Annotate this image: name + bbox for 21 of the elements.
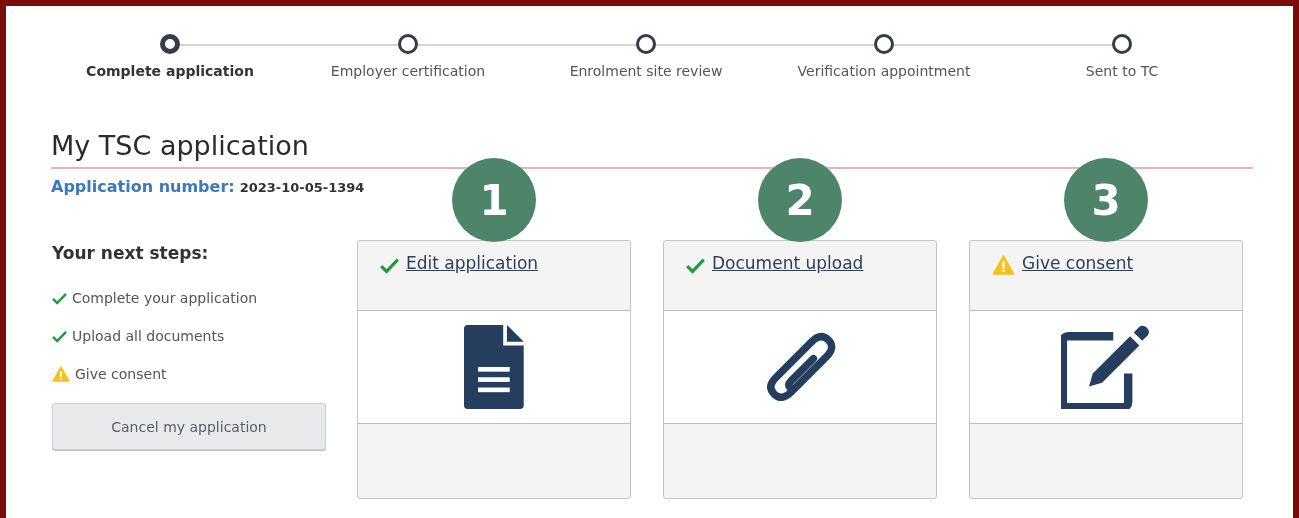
document-icon (464, 325, 524, 409)
next-steps-heading: Your next steps: (52, 243, 210, 263)
step-label: Verification appointment (797, 63, 971, 79)
application-number: 2023-10-05-1394 (239, 180, 365, 195)
step-label: Employer certification (330, 63, 486, 79)
card-link[interactable]: Give consent (1022, 253, 1134, 273)
card-link[interactable]: Edit application (406, 253, 539, 273)
application-number-label: Application number: (51, 177, 235, 196)
step-label: Sent to TC (1085, 63, 1159, 79)
step-label: Enrolment site review (569, 63, 723, 79)
step-label: Complete application (86, 63, 254, 79)
next-step-item: Give consent (75, 366, 167, 382)
next-step-item: Upload all documents (72, 328, 225, 344)
cancel-button[interactable]: Cancel my application (52, 403, 326, 450)
edit-icon (1061, 325, 1151, 409)
step-number-badge: 3 (1064, 158, 1148, 242)
step-number-badge: 1 (452, 158, 536, 242)
next-step-item: Complete your application (72, 290, 258, 306)
step-number-badge: 2 (758, 158, 842, 242)
page-title: My TSC application (51, 129, 310, 163)
card-link[interactable]: Document upload (712, 253, 864, 273)
